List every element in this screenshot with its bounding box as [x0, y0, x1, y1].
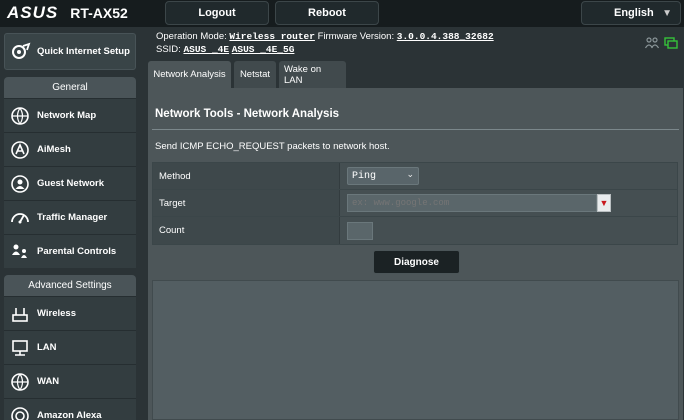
count-input[interactable]	[347, 221, 373, 240]
sidebar-item-wan[interactable]: WAN	[4, 364, 136, 398]
method-label: Method	[153, 163, 340, 189]
sidebar-item-parental-controls[interactable]: Parental Controls	[4, 234, 136, 268]
op-mode-label: Operation Mode:	[156, 31, 227, 42]
sidebar-item-label: Wireless	[37, 308, 76, 319]
op-mode-link[interactable]: Wireless router	[229, 31, 315, 42]
form-row-target: Target ▼	[153, 190, 677, 217]
alexa-icon	[9, 405, 31, 420]
logout-button[interactable]: Logout	[165, 1, 269, 25]
ssid-label: SSID:	[156, 44, 181, 55]
language-label: English	[614, 7, 654, 19]
target-cell: ▼	[340, 190, 677, 216]
sidebar-item-label: Amazon Alexa	[37, 410, 102, 420]
firmware-link[interactable]: 3.0.0.4.388_32682	[397, 31, 494, 42]
operation-info: Operation Mode: Wireless router Firmware…	[156, 31, 494, 42]
ssid-link-1[interactable]: ASUS _4E	[183, 44, 229, 55]
target-input[interactable]	[347, 194, 597, 212]
sidebar-item-label: LAN	[37, 342, 57, 353]
wireless-icon	[9, 303, 31, 325]
advanced-menu: Advanced Settings Wireless LAN WAN Amazo…	[4, 275, 136, 420]
general-menu: General Network Map AiMesh Guest Network…	[4, 77, 136, 268]
form-row-count: Count	[153, 217, 677, 244]
quick-setup-icon	[10, 41, 32, 63]
guest-network-icon	[9, 173, 31, 195]
internet-status-icon[interactable]	[664, 37, 678, 49]
advanced-header: Advanced Settings	[4, 275, 136, 296]
top-bar: ASUS RT-AX52 Logout Reboot English ▼	[0, 0, 684, 27]
sidebar-item-label: WAN	[37, 376, 60, 387]
title-divider	[152, 129, 679, 130]
method-selected-value: Ping	[352, 170, 377, 182]
dropdown-arrow-icon[interactable]: ▼	[597, 194, 611, 212]
quick-setup-label: Quick Internet Setup	[37, 45, 130, 57]
sidebar-item-label: Traffic Manager	[37, 212, 108, 223]
firmware-label: Firmware Version:	[317, 31, 395, 42]
ssid-link-2[interactable]: ASUS _4E_5G	[232, 44, 295, 55]
sidebar-item-lan[interactable]: LAN	[4, 330, 136, 364]
sidebar-item-wireless[interactable]: Wireless	[4, 296, 136, 330]
tab-netstat[interactable]: Netstat	[234, 61, 276, 88]
model-name: RT-AX52	[70, 5, 128, 21]
method-cell: Ping ⌄	[340, 163, 677, 189]
tab-network-analysis[interactable]: Network Analysis	[148, 61, 231, 88]
sidebar-item-amazon-alexa[interactable]: Amazon Alexa	[4, 398, 136, 420]
network-analysis-form: Method Ping ⌄ Target ▼ Count	[152, 162, 678, 245]
sidebar-item-traffic-manager[interactable]: Traffic Manager	[4, 200, 136, 234]
sidebar-item-label: Guest Network	[37, 178, 105, 189]
logo: ASUS RT-AX52	[7, 3, 128, 23]
chevron-down-icon: ⌄	[406, 170, 414, 180]
method-select[interactable]: Ping ⌄	[347, 167, 419, 185]
reboot-button[interactable]: Reboot	[275, 1, 379, 25]
ssid-info: SSID: ASUS _4E ASUS _4E_5G	[156, 44, 294, 55]
sidebar-item-network-map[interactable]: Network Map	[4, 98, 136, 132]
count-label: Count	[153, 217, 340, 244]
sidebar-item-aimesh[interactable]: AiMesh	[4, 132, 136, 166]
quick-internet-setup-button[interactable]: Quick Internet Setup	[4, 33, 136, 70]
form-row-method: Method Ping ⌄	[153, 163, 677, 190]
tab-wake-on-lan[interactable]: Wake on LAN	[279, 61, 346, 88]
sidebar-item-guest-network[interactable]: Guest Network	[4, 166, 136, 200]
general-header: General	[4, 77, 136, 98]
language-select[interactable]: English ▼	[581, 1, 681, 25]
clients-icon[interactable]	[645, 37, 659, 49]
sidebar-item-label: AiMesh	[37, 144, 71, 155]
sidebar-item-label: Parental Controls	[37, 246, 117, 257]
diagnose-button[interactable]: Diagnose	[373, 250, 460, 274]
target-label: Target	[153, 190, 340, 216]
aimesh-icon	[9, 139, 31, 161]
tab-bar: Network Analysis Netstat Wake on LAN	[148, 61, 346, 88]
count-cell	[340, 217, 677, 244]
content-panel: Network Tools - Network Analysis Send IC…	[148, 88, 683, 420]
chevron-down-icon: ▼	[662, 8, 672, 19]
parental-controls-icon	[9, 241, 31, 263]
network-map-icon	[9, 105, 31, 127]
traffic-manager-icon	[9, 207, 31, 229]
output-textarea[interactable]	[152, 280, 679, 420]
target-combo: ▼	[347, 194, 611, 212]
page-title: Network Tools - Network Analysis	[155, 108, 340, 120]
sidebar-item-label: Network Map	[37, 110, 97, 121]
status-icons	[645, 37, 678, 49]
lan-icon	[9, 337, 31, 359]
page-description: Send ICMP ECHO_REQUEST packets to networ…	[155, 141, 390, 152]
brand-logo: ASUS	[7, 3, 59, 22]
wan-icon	[9, 371, 31, 393]
